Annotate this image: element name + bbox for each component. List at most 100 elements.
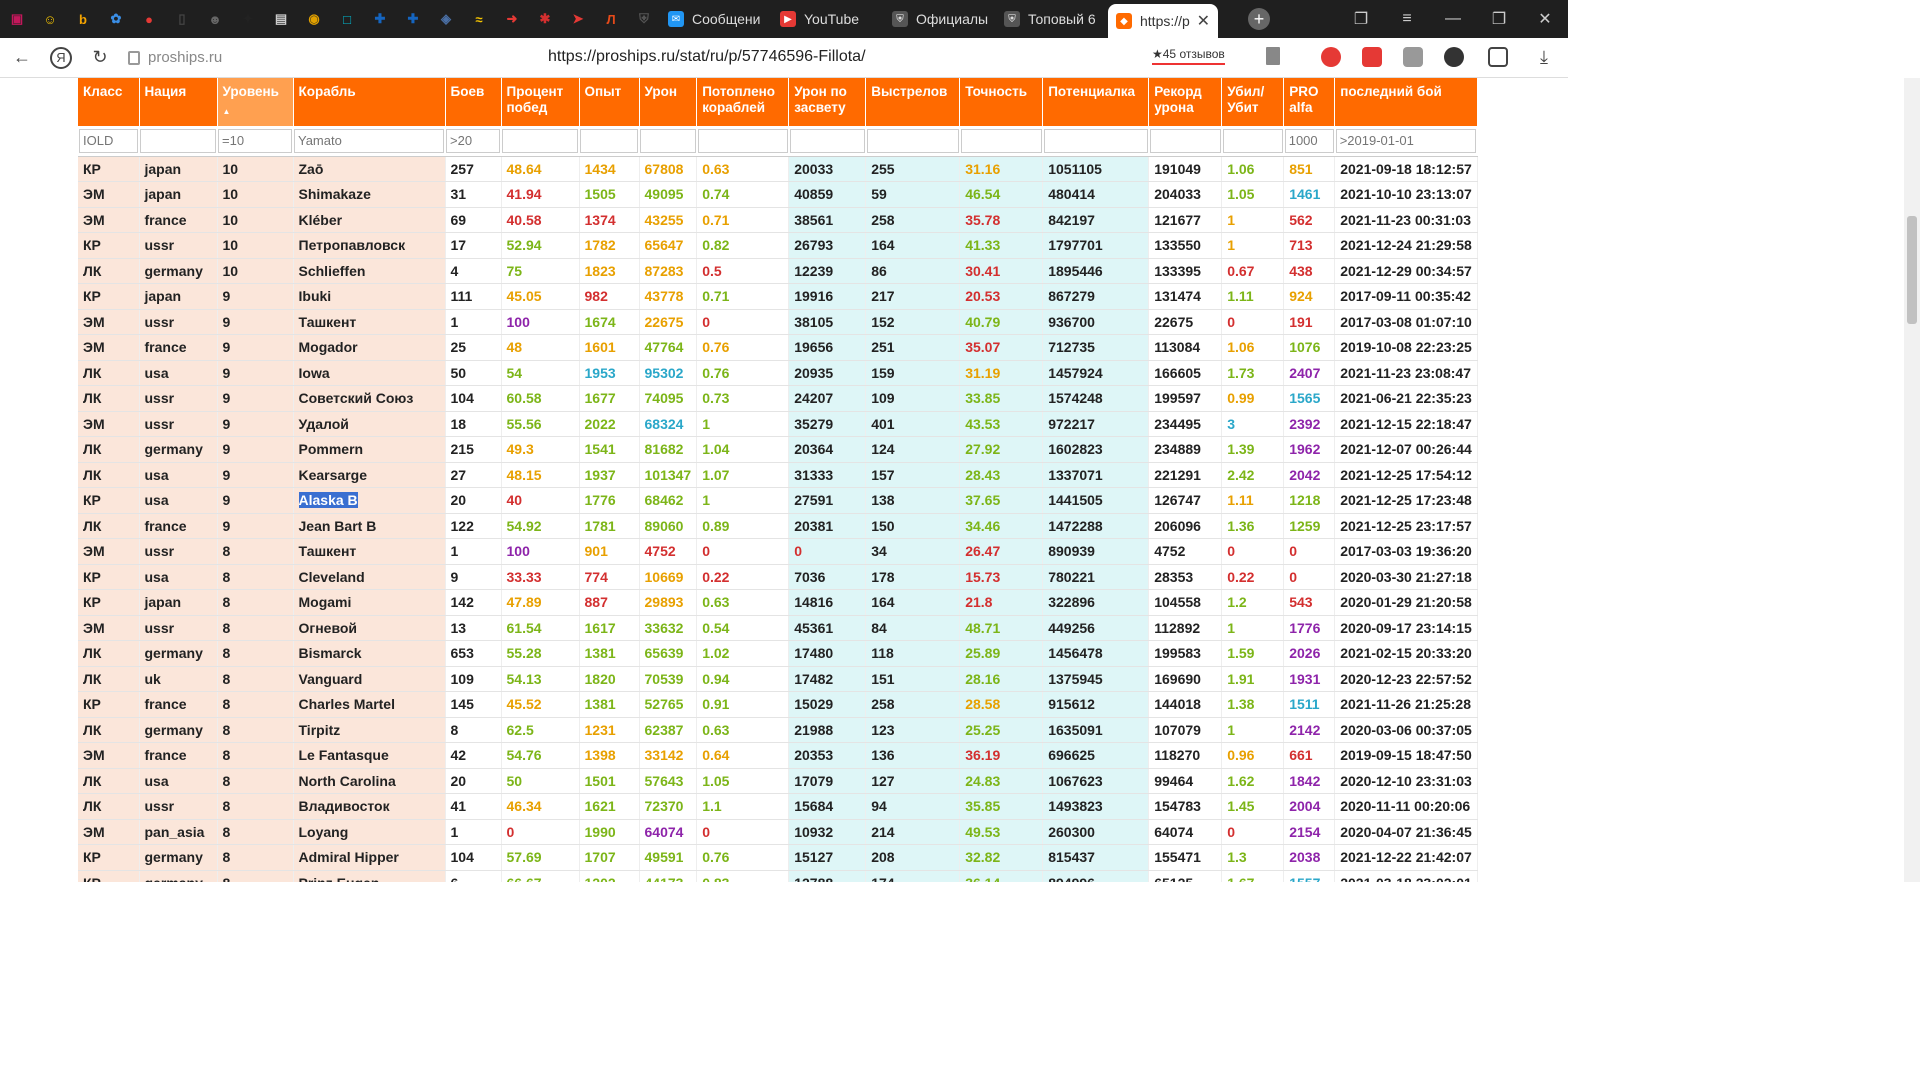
table-cell[interactable]: North Carolina [293,768,446,794]
wg-icon[interactable]: ◈ [436,9,456,29]
column-header[interactable]: Потенциалка [1042,78,1150,126]
note-icon[interactable]: ▤ [271,9,291,29]
table-row[interactable]: КР japan 9 Ibuki 111 45.05 982 43778 0.71 19916 21… [78,283,1478,310]
column-filter-input[interactable] [866,128,959,153]
bookmark-red-icon[interactable]: ▣ [7,9,27,29]
shield-icon[interactable]: ⛨ [634,9,654,29]
table-cell[interactable]: Zaō [293,156,446,182]
bookmark-icon[interactable] [1266,47,1280,65]
new-tab-icon[interactable]: + [1248,8,1270,30]
table-row[interactable]: КРgermany8Prinz Eugen666.671202441730.83… [78,870,1478,882]
column-filter-input[interactable] [580,128,638,153]
table-row[interactable]: КР germany 8 Admiral Hipper 104 57.69 1707 4959… [78,844,1478,871]
column-filter-input[interactable] [79,128,138,153]
table-row[interactable]: КР france 8 Charles Martel 145 45.52 1381 52765… [78,691,1478,718]
table-row[interactable]: ЛК usa 9 Kearsarge 27 48.15 1937 101347 1.07 3133… [78,462,1478,488]
column-header[interactable]: Потоплено кораблей [696,78,790,126]
table-row[interactable]: КР japan 8 Mogami 142 47.89 887 29893 0.63 14816 1… [78,589,1478,616]
column-header[interactable]: Выстрелов [865,78,961,126]
table-cell[interactable]: Петропавловск [293,232,446,259]
doc-icon[interactable]: ▯ [172,9,192,29]
tab-youtube[interactable]: ▶ YouTube [772,0,884,38]
column-filter-input[interactable] [446,128,500,153]
table-row[interactable]: КР usa 9 Alaska B 20 40 1776 68462 1 27591 138 37.6… [78,487,1478,514]
b-icon[interactable]: b [73,9,93,29]
plus2-icon[interactable]: ✚ [403,9,423,29]
table-row[interactable]: ЛК france 9 Jean Bart B 122 54.92 1781 89060 0.8… [78,513,1478,539]
menu-icon[interactable]: ≡ [1384,10,1430,28]
table-cell[interactable]: Shimakaze [293,181,446,208]
collections-icon[interactable] [1488,47,1508,67]
shield-ext-icon[interactable] [1362,47,1382,67]
table-row[interactable]: ЭМ pan_asia 8 Loyang 1 0 1990 64074 0 10932 214 49.… [78,819,1478,845]
column-header[interactable]: Класс [78,78,140,126]
table-row[interactable]: ЛК germany 9 Pommern 215 49.3 1541 81682 1.04 203… [78,436,1478,463]
column-header[interactable]: Опыт [579,78,640,126]
column-header[interactable]: Убил/ Убит [1221,78,1285,126]
apps-icon[interactable]: ✿ [106,9,126,29]
maximize-icon[interactable]: ❐ [1476,9,1522,29]
table-row[interactable]: ЛК usa 9 Iowa 50 54 1953 95302 0.76 20935 159 31.19… [78,360,1478,386]
table-cell[interactable]: Jean Bart B [293,513,446,539]
table-row[interactable]: ЛК uk 8 Vanguard 109 54.13 1820 70539 0.94 17482 1… [78,666,1478,692]
reload-icon[interactable]: ↻ [86,44,114,72]
table-cell[interactable]: Loyang [293,819,446,845]
yandex-icon[interactable]: Я [50,46,72,69]
column-header[interactable]: Рекорд урона [1148,78,1223,126]
column-header[interactable]: Нация [139,78,218,126]
scrollbar-thumb[interactable] [1907,216,1917,324]
table-cell[interactable]: Огневой [293,615,446,641]
table-cell[interactable]: Ташкент [293,538,446,565]
column-filter-input[interactable] [1043,128,1148,153]
table-cell[interactable]: Советский Союз [293,385,446,412]
table-row[interactable]: ЭМ japan 10 Shimakaze 31 41.94 1505 49095 0.74 40… [78,181,1478,208]
column-header[interactable]: Корабль [293,78,446,126]
minimize-icon[interactable]: — [1430,10,1476,28]
tab-messages[interactable]: ✉ Сообщени [660,0,772,38]
image-ext-icon[interactable] [1403,47,1423,67]
table-cell[interactable]: Schlieffen [293,258,446,284]
adblock-icon[interactable] [1321,47,1341,67]
sparkle-icon[interactable]: ✦ [238,9,258,29]
vertical-scrollbar[interactable] [1904,78,1920,882]
site-badge[interactable]: proships.ru [128,49,222,66]
wave-icon[interactable]: ≈ [469,9,489,29]
tab-top[interactable]: ⛨ Топовый 6 [996,0,1108,38]
table-cell[interactable]: Prinz Eugen [293,870,446,882]
column-filter-input[interactable] [218,128,292,153]
table-cell[interactable]: Admiral Hipper [293,844,446,871]
column-header[interactable]: Боев [445,78,502,126]
column-header[interactable]: Точность [959,78,1044,126]
smiley-icon[interactable]: ☺ [40,9,60,29]
column-filter-input[interactable] [697,128,788,153]
bulb-icon[interactable] [1444,47,1464,67]
table-cell[interactable]: Mogami [293,589,446,616]
table-cell[interactable]: Le Fantasque [293,742,446,769]
url-text[interactable]: https://proships.ru/stat/ru/p/57746596-F… [548,48,866,66]
table-cell[interactable]: Iowa [293,360,446,386]
table-row[interactable]: КР japan 10 Zaō 257 48.64 1434 67808 0.63 20033 25… [78,156,1478,182]
letter-icon[interactable]: Л [601,9,621,29]
table-row[interactable]: ЛК germany 8 Tirpitz 8 62.5 1231 62387 0.63 21988… [78,717,1478,743]
table-row[interactable]: ЭМ ussr 9 Ташкент 1 100 1674 22675 0 38105 152 40.7… [78,309,1478,335]
table-row[interactable]: ЭМ ussr 9 Удалой 18 55.56 2022 68324 1 35279 401 43… [78,411,1478,437]
arrow-icon[interactable]: ➜ [502,9,522,29]
coin-icon[interactable]: ◉ [304,9,324,29]
square-icon[interactable]: □ [337,9,357,29]
paw-icon[interactable]: ✱ [535,9,555,29]
table-cell[interactable]: Удалой [293,411,446,437]
table-row[interactable]: ЛК ussr 8 Владивосток 41 46.34 1621 72370 1.1 156… [78,793,1478,820]
column-header[interactable]: последний бой [1334,78,1478,126]
column-filter-input[interactable] [640,128,696,153]
table-cell[interactable]: Pommern [293,436,446,463]
tab-proships[interactable]: ◆ https://p ✕ [1108,4,1218,38]
column-header[interactable]: Урон [639,78,698,126]
table-cell[interactable]: Charles Martel [293,691,446,718]
table-row[interactable]: ЛК germany 8 Bismarck 653 55.28 1381 65639 1.02 1… [78,640,1478,667]
table-cell[interactable]: Vanguard [293,666,446,692]
avatar-icon[interactable]: ☻ [205,9,225,29]
table-row[interactable]: ЛК usa 8 North Carolina 20 50 1501 57643 1.05 170… [78,768,1478,794]
table-row[interactable]: ЭМ france 9 Mogador 25 48 1601 47764 0.76 19656 25… [78,334,1478,361]
column-filter-input[interactable] [294,128,444,153]
column-header[interactable]: PRO alfa [1283,78,1336,126]
